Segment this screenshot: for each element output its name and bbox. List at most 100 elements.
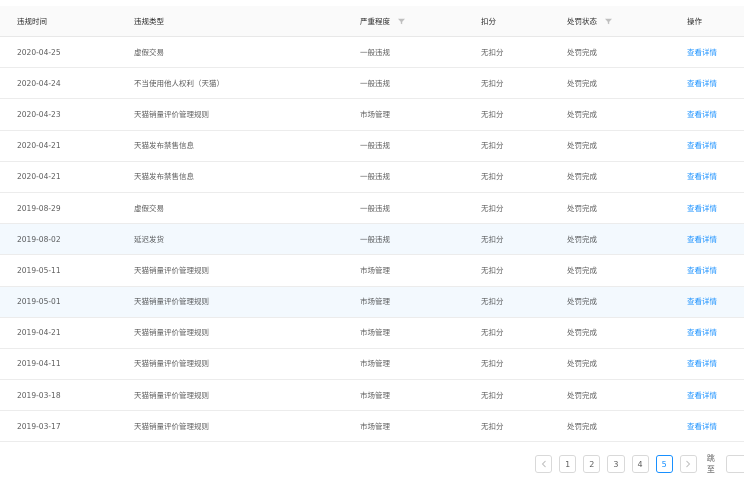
view-details-link[interactable]: 查看详情 <box>687 358 717 369</box>
table-row: 2019-08-02 延迟发货 一般违规 无扣分 处罚完成 查看详情 <box>0 224 744 256</box>
row-severity: 一般违规 <box>360 203 390 213</box>
row-severity: 一般违规 <box>360 234 390 244</box>
row-severity: 市场管理 <box>360 109 390 119</box>
row-type: 天猫发布禁售信息 <box>134 172 194 182</box>
jump-page-input[interactable] <box>726 455 744 473</box>
row-status: 处罚完成 <box>567 390 597 400</box>
jump-label: 跳至 <box>706 454 715 474</box>
row-deduction: 无扣分 <box>481 78 504 88</box>
header-status[interactable]: 处罚状态 <box>567 16 613 27</box>
view-details-link[interactable]: 查看详情 <box>687 390 717 401</box>
view-details-link[interactable]: 查看详情 <box>687 140 717 151</box>
row-severity: 一般违规 <box>360 47 390 57</box>
page-2-button[interactable]: 2 <box>583 455 601 473</box>
header-date[interactable]: 违规时间 <box>17 16 47 27</box>
row-status: 处罚完成 <box>567 203 597 213</box>
page-5-button[interactable]: 5 <box>655 455 673 473</box>
row-status: 处罚完成 <box>567 141 597 151</box>
row-deduction: 无扣分 <box>481 297 504 307</box>
table-row: 2019-08-29 虚假交易 一般违规 无扣分 处罚完成 查看详情 <box>0 193 744 225</box>
table-row: 2019-04-21 天猫销量评价管理规则 市场管理 无扣分 处罚完成 查看详情 <box>0 318 744 349</box>
row-type: 天猫销量评价管理规则 <box>134 421 209 431</box>
row-deduction: 无扣分 <box>481 328 504 338</box>
header-action: 操作 <box>687 16 702 26</box>
view-details-link[interactable]: 查看详情 <box>687 171 717 182</box>
row-type: 天猫发布禁售信息 <box>134 141 194 151</box>
chevron-left-icon <box>541 460 546 468</box>
view-details-link[interactable]: 查看详情 <box>687 296 717 307</box>
row-status: 处罚完成 <box>567 297 597 307</box>
prev-page-button[interactable] <box>535 455 553 473</box>
row-date: 2020-04-24 <box>17 78 61 88</box>
view-details-link[interactable]: 查看详情 <box>687 234 717 245</box>
table-row: 2020-04-21 天猫发布禁售信息 一般违规 无扣分 处罚完成 查看详情 <box>0 131 744 162</box>
table-row: 2019-03-17 天猫销量评价管理规则 市场管理 无扣分 处罚完成 查看详情 <box>0 411 744 443</box>
table-row: 2020-04-25 虚假交易 一般违规 无扣分 处罚完成 查看详情 <box>0 37 744 69</box>
filter-icon[interactable] <box>398 18 406 25</box>
row-date: 2020-04-25 <box>17 47 61 57</box>
chevron-right-icon <box>686 460 691 468</box>
row-severity: 一般违规 <box>360 78 390 88</box>
row-date: 2019-05-11 <box>17 265 61 275</box>
view-details-link[interactable]: 查看详情 <box>687 265 717 276</box>
row-severity: 市场管理 <box>360 421 390 431</box>
row-severity: 市场管理 <box>360 297 390 307</box>
row-deduction: 无扣分 <box>481 141 504 151</box>
row-deduction: 无扣分 <box>481 234 504 244</box>
header-severity-label: 严重程度 <box>360 16 390 26</box>
view-details-link[interactable]: 查看详情 <box>687 47 717 58</box>
row-date: 2019-05-01 <box>17 297 61 307</box>
view-details-link[interactable]: 查看详情 <box>687 109 717 120</box>
row-date: 2020-04-21 <box>17 141 61 151</box>
row-deduction: 无扣分 <box>481 359 504 369</box>
next-page-button[interactable] <box>679 455 697 473</box>
view-details-link[interactable]: 查看详情 <box>687 327 717 338</box>
table-row: 2019-04-11 天猫销量评价管理规则 市场管理 无扣分 处罚完成 查看详情 <box>0 349 744 381</box>
row-deduction: 无扣分 <box>481 390 504 400</box>
header-severity[interactable]: 严重程度 <box>360 16 406 27</box>
row-severity: 市场管理 <box>360 359 390 369</box>
page-4-button[interactable]: 4 <box>631 455 649 473</box>
row-status: 处罚完成 <box>567 172 597 182</box>
row-type: 天猫销量评价管理规则 <box>134 328 209 338</box>
row-deduction: 无扣分 <box>481 172 504 182</box>
row-type: 不当使用他人权利（天猫） <box>134 78 224 88</box>
row-status: 处罚完成 <box>567 234 597 244</box>
table-row: 2019-03-18 天猫销量评价管理规则 市场管理 无扣分 处罚完成 查看详情 <box>0 380 744 412</box>
row-type: 天猫销量评价管理规则 <box>134 390 209 400</box>
view-details-link[interactable]: 查看详情 <box>687 421 717 432</box>
row-status: 处罚完成 <box>567 78 597 88</box>
row-status: 处罚完成 <box>567 265 597 275</box>
row-deduction: 无扣分 <box>481 109 504 119</box>
row-type: 天猫销量评价管理规则 <box>134 109 209 119</box>
page-1-button[interactable]: 1 <box>559 455 577 473</box>
row-status: 处罚完成 <box>567 359 597 369</box>
row-deduction: 无扣分 <box>481 47 504 57</box>
row-severity: 一般违规 <box>360 141 390 151</box>
view-details-link[interactable]: 查看详情 <box>687 78 717 89</box>
row-type: 天猫销量评价管理规则 <box>134 359 209 369</box>
row-date: 2019-08-29 <box>17 203 61 213</box>
violations-table: 违规时间 违规类型 严重程度 扣分 处罚状态 操作 2020-04-25 虚假交易… <box>0 6 744 443</box>
row-status: 处罚完成 <box>567 421 597 431</box>
header-deduction: 扣分 <box>481 16 496 26</box>
row-severity: 市场管理 <box>360 328 390 338</box>
header-status-label: 处罚状态 <box>567 16 597 26</box>
row-type: 虚假交易 <box>134 203 164 213</box>
filter-icon[interactable] <box>605 18 613 25</box>
row-status: 处罚完成 <box>567 47 597 57</box>
view-details-link[interactable]: 查看详情 <box>687 203 717 214</box>
row-deduction: 无扣分 <box>481 421 504 431</box>
row-type: 虚假交易 <box>134 47 164 57</box>
row-date: 2019-03-18 <box>17 390 61 400</box>
row-date: 2019-03-17 <box>17 421 61 431</box>
table-row: 2019-05-01 天猫销量评价管理规则 市场管理 无扣分 处罚完成 查看详情 <box>0 286 744 318</box>
row-type: 天猫销量评价管理规则 <box>134 297 209 307</box>
row-deduction: 无扣分 <box>481 203 504 213</box>
row-date: 2019-08-02 <box>17 234 61 244</box>
row-status: 处罚完成 <box>567 328 597 338</box>
table-row: 2019-05-11 天猫销量评价管理规则 市场管理 无扣分 处罚完成 查看详情 <box>0 255 744 287</box>
page-3-button[interactable]: 3 <box>607 455 625 473</box>
table-row: 2020-04-24 不当使用他人权利（天猫） 一般违规 无扣分 处罚完成 查看详情 <box>0 68 744 100</box>
row-severity: 市场管理 <box>360 390 390 400</box>
